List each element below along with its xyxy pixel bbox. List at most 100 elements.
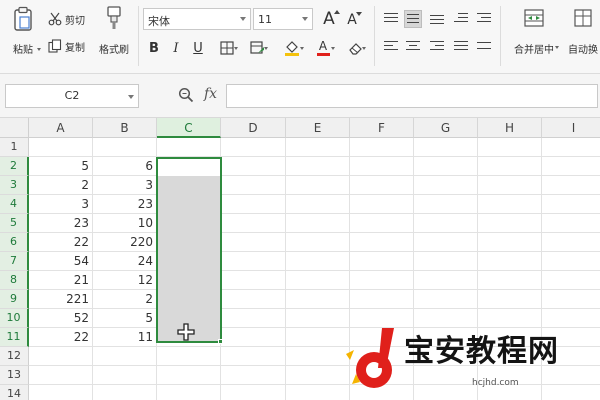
formula-input[interactable] — [226, 84, 598, 108]
cell-a2[interactable]: 5 — [29, 157, 92, 176]
copy-label: 复制 — [65, 42, 85, 54]
font-color-swatch — [316, 53, 330, 56]
align-center-button[interactable] — [404, 38, 422, 56]
watermark-text: 宝安教程网 — [404, 334, 559, 369]
paint-bucket-icon — [285, 41, 299, 56]
font-name-value: 宋体 — [148, 15, 170, 28]
chevron-down-icon — [264, 47, 268, 50]
italic-glyph: I — [173, 40, 179, 56]
justify-button[interactable] — [452, 38, 470, 56]
distributed-button[interactable] — [475, 38, 493, 56]
cell-b10[interactable]: 5 — [93, 309, 156, 328]
chevron-down-icon — [234, 47, 238, 50]
column-header-h[interactable]: H — [478, 118, 542, 138]
font-color-glyph: A — [318, 39, 328, 53]
align-middle-button[interactable] — [404, 10, 422, 28]
grow-font-button[interactable]: A — [318, 8, 340, 30]
fx-button[interactable]: fx — [204, 86, 217, 102]
bold-button[interactable]: B — [145, 38, 163, 58]
italic-button[interactable]: I — [167, 38, 185, 58]
decrease-indent-button[interactable] — [452, 10, 470, 28]
align-bottom-button[interactable] — [428, 10, 446, 28]
auto-wrap-button[interactable]: 自动换 — [566, 8, 600, 62]
cell-a3[interactable]: 2 — [29, 176, 92, 195]
border-icon — [220, 41, 234, 55]
cell-b6[interactable]: 220 — [93, 233, 156, 252]
column-header-d[interactable]: D — [221, 118, 286, 138]
cut-label: 剪切 — [65, 15, 85, 27]
row-header-8[interactable]: 8 — [0, 271, 29, 290]
watermark-logo-icon — [346, 328, 394, 388]
cell-b11[interactable]: 11 — [93, 328, 156, 347]
column-header-f[interactable]: F — [350, 118, 414, 138]
shrink-font-button[interactable]: A — [342, 10, 362, 30]
cell-a10[interactable]: 52 — [29, 309, 92, 328]
row-header-4[interactable]: 4 — [0, 195, 29, 214]
merge-center-button[interactable]: 合并居中 — [505, 8, 563, 62]
column-gridline — [285, 138, 286, 400]
row-header-13[interactable]: 13 — [0, 366, 29, 385]
row-header-6[interactable]: 6 — [0, 233, 29, 252]
clear-format-button[interactable] — [342, 38, 368, 58]
row-header-9[interactable]: 9 — [0, 290, 29, 309]
fill-handle[interactable] — [218, 339, 223, 344]
row-header-1[interactable]: 1 — [0, 138, 29, 157]
row-header-3[interactable]: 3 — [0, 176, 29, 195]
name-box[interactable]: C2 — [5, 84, 139, 108]
cell-a11[interactable]: 22 — [29, 328, 92, 347]
cell-b5[interactable]: 10 — [93, 214, 156, 233]
fill-color-button[interactable] — [278, 38, 306, 58]
cell-a8[interactable]: 21 — [29, 271, 92, 290]
font-size-select[interactable]: 11 — [253, 8, 313, 30]
cell-a9[interactable]: 221 — [29, 290, 92, 309]
shrink-arrow-icon — [356, 12, 362, 16]
auto-wrap-label: 自动换 — [568, 45, 598, 56]
paste-dropdown-caret[interactable] — [37, 48, 41, 51]
format-painter-button[interactable]: 格式刷 — [95, 6, 133, 64]
zoom-icon[interactable] — [178, 87, 194, 103]
paste-button[interactable]: 粘贴 — [8, 6, 38, 64]
underline-button[interactable]: U — [189, 38, 207, 58]
cell-b7[interactable]: 24 — [93, 252, 156, 271]
cell-style-button[interactable] — [244, 38, 270, 58]
format-painter-icon — [107, 6, 121, 29]
row-header-14[interactable]: 14 — [0, 385, 29, 400]
copy-button[interactable]: 复制 — [48, 38, 92, 54]
column-header-g[interactable]: G — [414, 118, 478, 138]
borders-button[interactable] — [214, 38, 240, 58]
row-header-12[interactable]: 12 — [0, 347, 29, 366]
column-header-i[interactable]: I — [542, 118, 600, 138]
move-cursor-icon — [177, 323, 195, 341]
cell-a4[interactable]: 3 — [29, 195, 92, 214]
select-all-corner[interactable] — [0, 118, 29, 138]
merge-dropdown-caret[interactable] — [555, 46, 559, 49]
cell-b4[interactable]: 23 — [93, 195, 156, 214]
cell-a5[interactable]: 23 — [29, 214, 92, 233]
row-header-2[interactable]: 2 — [0, 157, 29, 176]
align-right-button[interactable] — [428, 38, 446, 56]
cell-b2[interactable]: 6 — [93, 157, 156, 176]
align-left-button[interactable] — [382, 38, 400, 56]
column-header-a[interactable]: A — [29, 118, 93, 138]
cell-a6[interactable]: 22 — [29, 233, 92, 252]
name-box-value: C2 — [64, 89, 80, 102]
cell-b9[interactable]: 2 — [93, 290, 156, 309]
increase-indent-button[interactable] — [475, 10, 493, 28]
cell-b8[interactable]: 12 — [93, 271, 156, 290]
font-color-button[interactable]: A — [310, 38, 336, 58]
font-name-select[interactable]: 宋体 — [143, 8, 251, 30]
row-header-11[interactable]: 11 — [0, 328, 29, 347]
cell-a7[interactable]: 54 — [29, 252, 92, 271]
column-header-c[interactable]: C — [157, 118, 221, 138]
column-header-b[interactable]: B — [93, 118, 157, 138]
bold-glyph: B — [149, 40, 159, 56]
row-header-10[interactable]: 10 — [0, 309, 29, 328]
chevron-down-icon — [331, 47, 335, 50]
cell-style-icon — [249, 41, 264, 54]
row-header-7[interactable]: 7 — [0, 252, 29, 271]
cell-b3[interactable]: 3 — [93, 176, 156, 195]
row-header-5[interactable]: 5 — [0, 214, 29, 233]
align-top-button[interactable] — [382, 10, 400, 28]
column-header-e[interactable]: E — [286, 118, 350, 138]
cut-button[interactable]: 剪切 — [48, 11, 92, 27]
